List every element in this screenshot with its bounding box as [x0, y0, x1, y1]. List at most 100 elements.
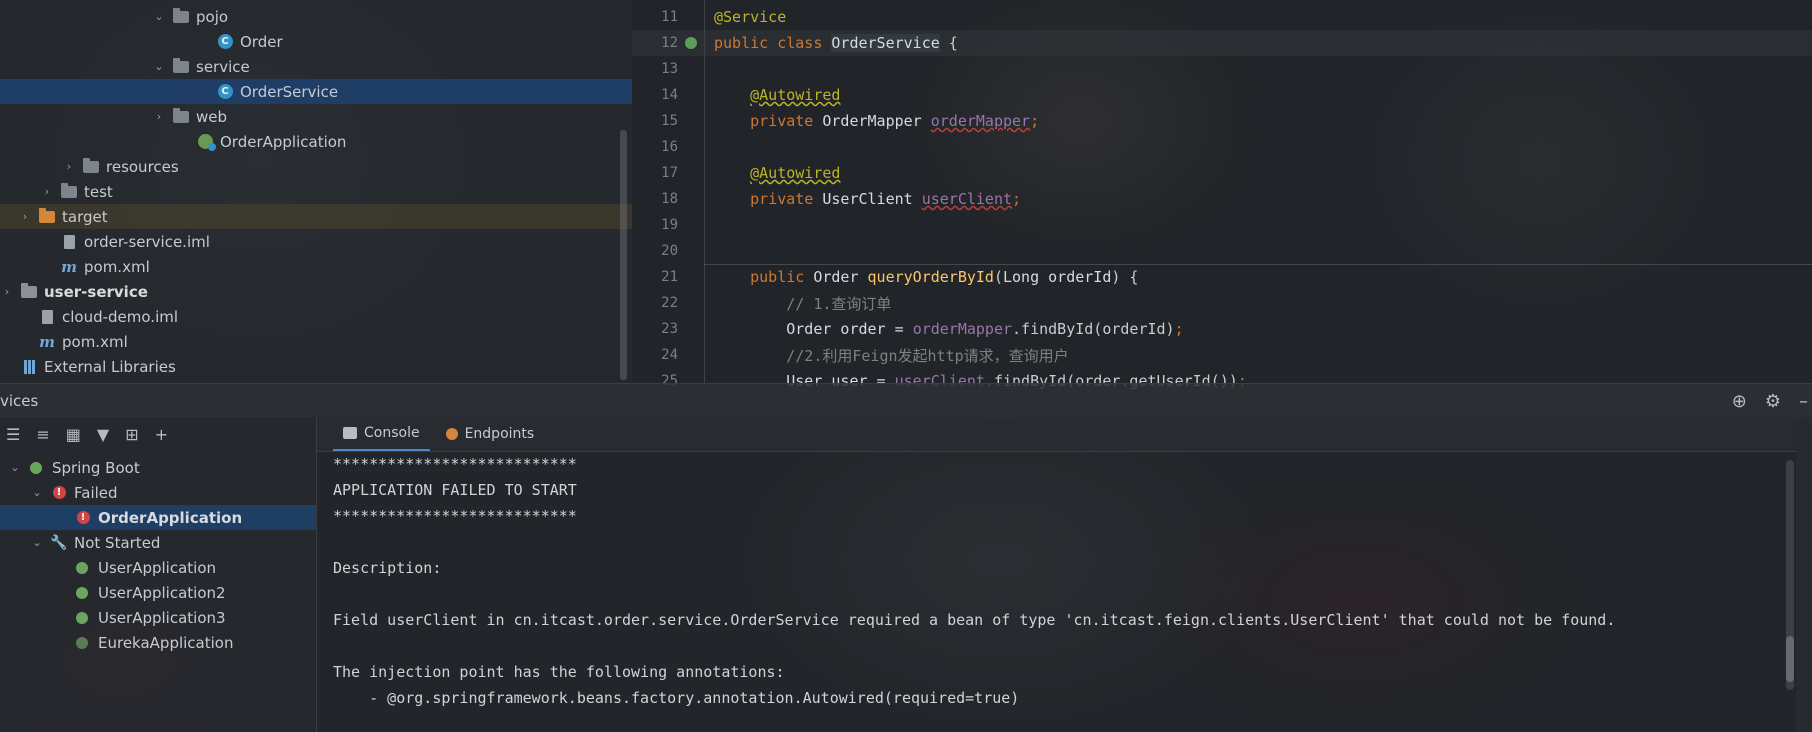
expand-arrow-icon[interactable]: ⌄ — [152, 10, 166, 23]
project-tree-item[interactable]: ⌄ service — [0, 54, 632, 79]
code-line[interactable]: 22 // 1.查询订单 — [632, 290, 1812, 316]
code-line[interactable]: 23 Order order = orderMapper.findById(or… — [632, 316, 1812, 342]
line-number: 19 — [661, 217, 678, 233]
target-icon[interactable]: ⊕ — [1732, 391, 1747, 412]
project-tree-item-label: service — [196, 57, 250, 76]
chevron-down-icon[interactable]: ⌄ — [30, 536, 44, 549]
console-tabs: Console Endpoints — [317, 417, 1796, 452]
console-line: The injection point has the following an… — [333, 663, 785, 681]
add-service-icon[interactable]: + — [155, 425, 168, 444]
services-tree-item[interactable]: ⌄ Spring Boot — [0, 455, 316, 480]
code-text: @Autowired — [704, 164, 840, 182]
code-token: .findById(orderId) — [1012, 320, 1175, 338]
code-token: private — [750, 112, 823, 130]
code-line[interactable]: 24 //2.利用Feign发起http请求，查询用户 — [632, 342, 1812, 368]
project-tree-item[interactable]: › resources — [0, 154, 632, 179]
gear-icon[interactable]: ⚙ — [1765, 391, 1781, 412]
chevron-down-icon[interactable]: ⌄ — [30, 486, 44, 499]
code-token: orderMapper — [912, 320, 1013, 338]
services-tree-item[interactable]: ⌄ 🔧 Not Started — [0, 530, 316, 555]
collapse-all-icon[interactable]: ≡ — [36, 425, 49, 444]
line-number: 15 — [661, 113, 678, 129]
project-tree-item-label: target — [62, 207, 108, 226]
iml-icon — [38, 309, 56, 325]
services-tree-item-label: EurekaApplication — [98, 633, 234, 652]
code-token: queryOrderById — [867, 268, 994, 286]
code-text: Order order = orderMapper.findById(order… — [704, 320, 1183, 338]
code-line[interactable]: 17 @Autowired — [632, 160, 1812, 186]
error-icon: ! — [50, 485, 68, 501]
code-line[interactable]: 18 private UserClient userClient; — [632, 186, 1812, 212]
code-editor[interactable]: 11 @Service 12 public class OrderService {1… — [632, 0, 1812, 390]
spring-boot-icon — [74, 610, 92, 626]
services-tree-item[interactable]: UserApplication — [0, 555, 316, 580]
minimize-icon[interactable]: – — [1799, 391, 1808, 412]
project-tree-item[interactable]: cloud-demo.iml — [0, 304, 632, 329]
project-tree-item[interactable]: C OrderService — [0, 79, 632, 104]
code-line[interactable]: 14 @Autowired — [632, 82, 1812, 108]
project-tree-item[interactable]: › user-service — [0, 279, 632, 304]
bean-gutter-icon[interactable] — [678, 37, 704, 49]
expand-arrow-icon[interactable]: › — [152, 110, 166, 123]
code-token: ; — [1030, 112, 1040, 130]
services-tree-item[interactable]: ! OrderApplication — [0, 505, 316, 530]
code-line[interactable]: 20 — [632, 238, 1812, 264]
code-token: Order — [813, 268, 868, 286]
line-number: 14 — [661, 87, 678, 103]
project-tree-item[interactable]: order-service.iml — [0, 229, 632, 254]
code-line[interactable]: 11 @Service — [632, 4, 1812, 30]
maven-icon: m — [39, 332, 55, 351]
expand-arrow-icon[interactable]: › — [40, 185, 54, 198]
code-token: Long orderId — [1003, 268, 1112, 286]
code-line[interactable]: 15 private OrderMapper orderMapper; — [632, 108, 1812, 134]
expand-arrow-icon[interactable]: › — [18, 210, 32, 223]
project-tree-item[interactable]: External Libraries — [0, 354, 632, 379]
project-tree-item-label: order-service.iml — [84, 232, 210, 251]
console-output[interactable]: *************************** APPLICATION F… — [333, 451, 1773, 711]
console-scrollbar-thumb[interactable] — [1786, 636, 1794, 682]
package-icon — [172, 107, 190, 125]
services-tree-item[interactable]: ⌄! Failed — [0, 480, 316, 505]
code-line[interactable]: 19 — [632, 212, 1812, 238]
tab-console[interactable]: Console — [333, 417, 430, 451]
project-tree-item-label: web — [196, 107, 228, 126]
target-folder-icon — [38, 207, 56, 225]
code-token: private — [750, 190, 823, 208]
project-scrollbar[interactable] — [620, 130, 627, 380]
expand-all-icon[interactable]: ☰ — [6, 425, 20, 444]
project-tree-item[interactable]: › test — [0, 179, 632, 204]
code-line[interactable]: 21 public Order queryOrderById(Long orde… — [632, 264, 1812, 290]
filter-icon[interactable]: ▼ — [97, 425, 109, 444]
code-token: public class — [714, 34, 832, 52]
line-number: 22 — [661, 295, 678, 311]
line-number: 20 — [661, 243, 678, 259]
code-text: public Order queryOrderById(Long orderId… — [704, 268, 1138, 286]
code-line[interactable]: 12 public class OrderService { — [632, 30, 1812, 56]
code-text: private OrderMapper orderMapper; — [704, 112, 1039, 130]
project-tree-item[interactable]: › target — [0, 204, 632, 229]
expand-arrow-icon[interactable]: › — [0, 285, 14, 298]
expand-arrow-icon[interactable]: ⌄ — [152, 60, 166, 73]
chevron-down-icon[interactable]: ⌄ — [8, 461, 22, 474]
code-line[interactable]: 16 — [632, 134, 1812, 160]
expand-arrow-icon[interactable]: › — [62, 160, 76, 173]
project-tree-item[interactable]: › web — [0, 104, 632, 129]
project-tree-item[interactable]: m pom.xml — [0, 254, 632, 279]
maven-icon: m — [61, 257, 77, 276]
project-tree-item[interactable]: ⌄ pojo — [0, 4, 632, 29]
group-by-icon[interactable]: ▦ — [66, 425, 81, 444]
services-tree-item[interactable]: UserApplication3 — [0, 605, 316, 630]
project-tree-item[interactable]: OrderApplication — [0, 129, 632, 154]
project-tree-item-label: user-service — [44, 282, 148, 301]
new-tab-icon[interactable]: ⊞ — [125, 425, 138, 444]
services-tree-item[interactable]: EurekaApplication — [0, 630, 316, 655]
project-tree-item[interactable]: m pom.xml — [0, 329, 632, 354]
console-line: - @org.springframework.beans.factory.ann… — [333, 689, 1020, 707]
services-tree-item[interactable]: UserApplication2 — [0, 580, 316, 605]
tab-endpoints[interactable]: Endpoints — [436, 417, 545, 451]
code-line[interactable]: 13 — [632, 56, 1812, 82]
project-tree-item[interactable]: C Order — [0, 29, 632, 54]
